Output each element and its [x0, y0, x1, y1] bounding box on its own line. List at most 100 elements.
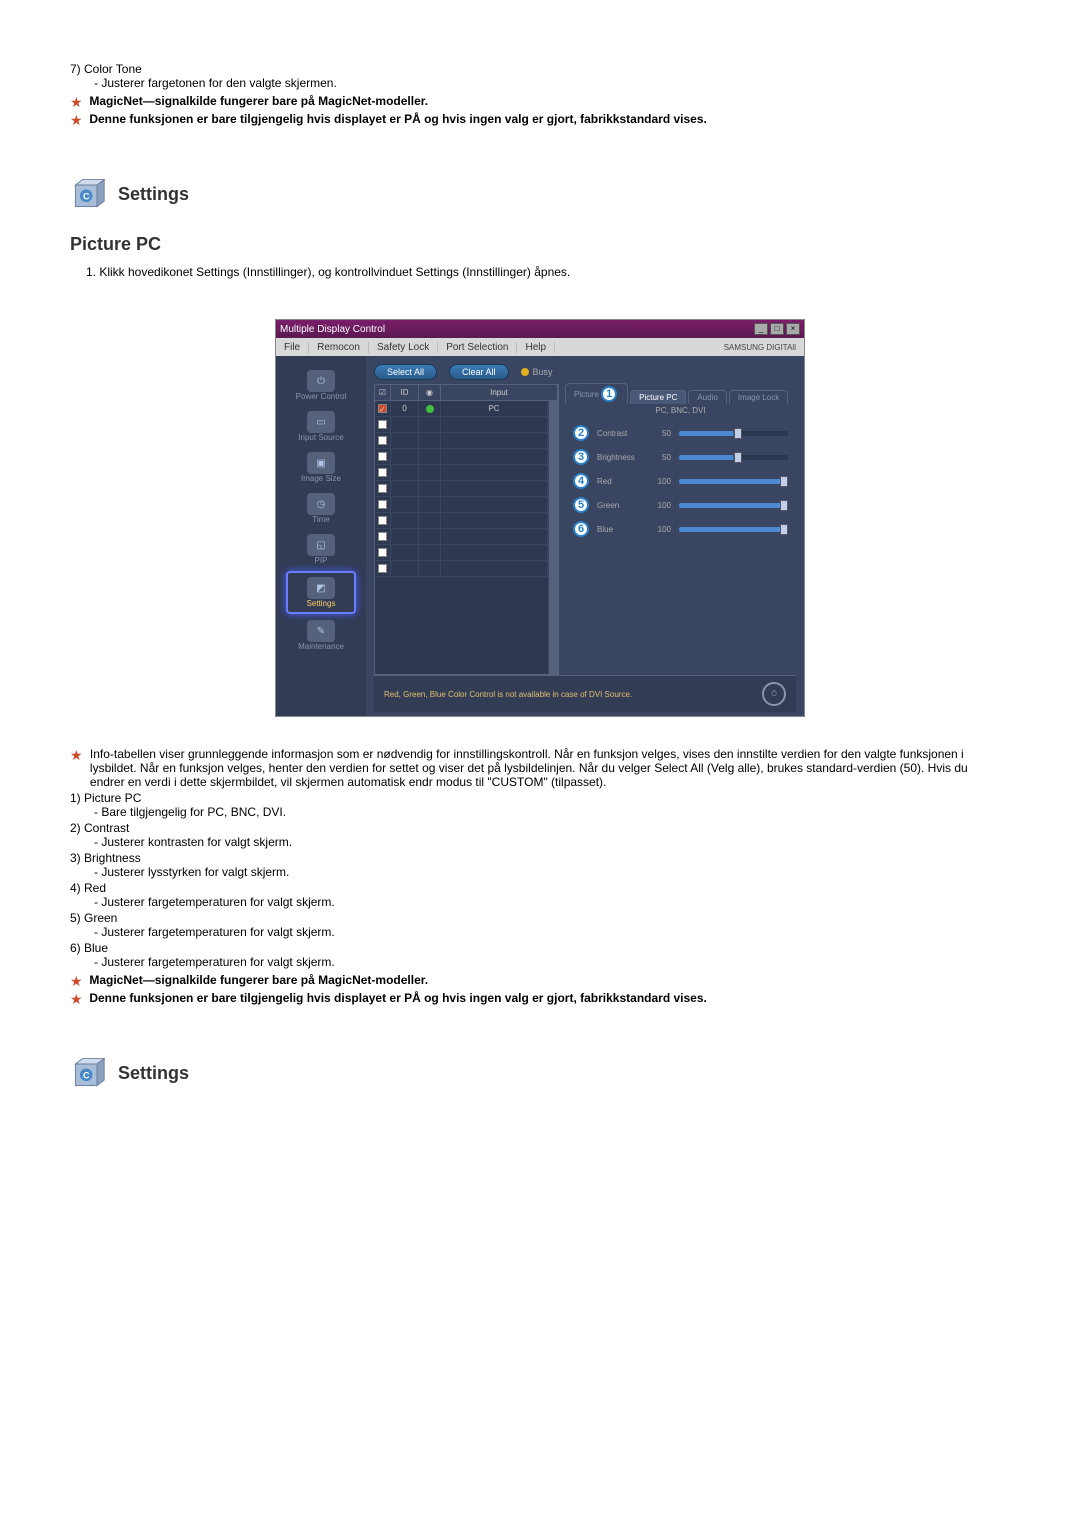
table-row[interactable]	[375, 529, 548, 545]
sidebar-item-pip[interactable]: ◱ PIP	[286, 530, 356, 569]
table-row[interactable]	[375, 481, 548, 497]
table-row[interactable]	[375, 417, 548, 433]
tab-picture[interactable]: Picture 1	[565, 383, 628, 404]
row-checkbox[interactable]	[378, 500, 387, 509]
slider-brightness: 3 Brightness 50	[573, 449, 788, 465]
settings-panel: Picture 1 Picture PC Audio Image Lock PC…	[565, 384, 796, 675]
star-icon: ★	[70, 94, 84, 108]
item-5: 5) Green	[70, 911, 1010, 925]
row-checkbox[interactable]	[378, 452, 387, 461]
table-row[interactable]	[375, 513, 548, 529]
item-7-sub: - Justerer fargetonen for den valgte skj…	[94, 76, 1010, 90]
sidebar-item-input[interactable]: ▭ Input Source	[286, 407, 356, 446]
grid-header-status: ◉	[419, 385, 441, 400]
settings-cube-icon: C	[70, 176, 106, 212]
top-list: 7) Color Tone - Justerer fargetonen for …	[70, 62, 1010, 126]
table-row[interactable]	[375, 545, 548, 561]
menu-remocon[interactable]: Remocon	[309, 342, 369, 353]
below-note-1: ★ MagicNet—signalkilde fungerer bare på …	[70, 973, 1010, 987]
close-button[interactable]: ×	[786, 323, 800, 335]
row-checkbox[interactable]	[378, 484, 387, 493]
pip-icon: ◱	[307, 534, 335, 556]
row-checkbox[interactable]	[378, 548, 387, 557]
below-list: ★ Info-tabellen viser grunnleggende info…	[70, 747, 1010, 1005]
blue-slider[interactable]	[679, 527, 788, 532]
row-checkbox[interactable]: ✓	[378, 404, 387, 413]
clock-icon: ◷	[307, 493, 335, 515]
sidebar-item-settings[interactable]: ◩ Settings	[286, 571, 356, 614]
red-slider[interactable]	[679, 479, 788, 484]
minimize-button[interactable]: _	[754, 323, 768, 335]
menu-safety[interactable]: Safety Lock	[369, 342, 438, 353]
main-panel: Select All Clear All Busy ☑ ID ◉ Input	[366, 356, 804, 716]
slider-green: 5 Green 100	[573, 497, 788, 513]
settings-heading-2: C Settings	[70, 1055, 1010, 1091]
settings-title: Settings	[118, 184, 189, 205]
sidebar: ⏻ Power Control ▭ Input Source ▣ Image S…	[276, 356, 366, 716]
row-checkbox[interactable]	[378, 516, 387, 525]
row-checkbox[interactable]	[378, 564, 387, 573]
menu-port[interactable]: Port Selection	[438, 342, 517, 353]
app-window: Multiple Display Control _ □ × File Remo…	[275, 319, 805, 717]
slider-red: 4 Red 100	[573, 473, 788, 489]
item-2-sub: - Justerer kontrasten for valgt skjerm.	[94, 835, 1010, 849]
tab-picture-pc[interactable]: Picture PC	[630, 390, 686, 404]
input-icon: ▭	[307, 411, 335, 433]
badge-6: 6	[573, 521, 589, 537]
note-2: ★ Denne funksjonen er bare tilgjengelig …	[70, 112, 1010, 126]
settings-title-2: Settings	[118, 1063, 189, 1084]
tab-audio[interactable]: Audio	[688, 390, 726, 404]
sidebar-item-image[interactable]: ▣ Image Size	[286, 448, 356, 487]
input-type-label: PC, BNC, DVI	[565, 404, 796, 421]
brand-label: SAMSUNG DIGITAll	[724, 343, 796, 352]
table-row[interactable]	[375, 497, 548, 513]
grid-header-checkbox: ☑	[375, 385, 391, 400]
svg-text:C: C	[83, 191, 90, 201]
contrast-slider[interactable]	[679, 431, 788, 436]
menu-file[interactable]: File	[276, 342, 309, 353]
table-row[interactable]	[375, 449, 548, 465]
tab-image-lock[interactable]: Image Lock	[729, 390, 788, 404]
clear-all-button[interactable]: Clear All	[449, 364, 509, 380]
select-all-button[interactable]: Select All	[374, 364, 437, 380]
sidebar-item-time[interactable]: ◷ Time	[286, 489, 356, 528]
item-5-sub: - Justerer fargetemperaturen for valgt s…	[94, 925, 1010, 939]
settings-icon: ◩	[307, 577, 335, 599]
intro-line-1: 1. Klikk hovedikonet Settings (Innstilli…	[86, 265, 1010, 279]
sidebar-item-power[interactable]: ⏻ Power Control	[286, 366, 356, 405]
info-grid: ☑ ID ◉ Input ✓ 0 PC	[374, 384, 559, 675]
item-7: 7) Color Tone	[70, 62, 1010, 76]
item-6-sub: - Justerer fargetemperaturen for valgt s…	[94, 955, 1010, 969]
window-controls: _ □ ×	[754, 323, 800, 335]
badge-4: 4	[573, 473, 589, 489]
row-checkbox[interactable]	[378, 420, 387, 429]
settings-heading: C Settings	[70, 176, 1010, 212]
menubar: File Remocon Safety Lock Port Selection …	[276, 338, 804, 356]
info-para: ★ Info-tabellen viser grunnleggende info…	[70, 747, 1010, 789]
table-row[interactable]	[375, 433, 548, 449]
star-icon: ★	[70, 747, 83, 764]
item-2: 2) Contrast	[70, 821, 1010, 835]
table-row[interactable]	[375, 465, 548, 481]
brightness-slider[interactable]	[679, 455, 788, 460]
table-row[interactable]	[375, 561, 548, 577]
settings-cube-icon: C	[70, 1055, 106, 1091]
titlebar: Multiple Display Control _ □ ×	[276, 320, 804, 338]
sidebar-item-maintenance[interactable]: ✎ Maintenance	[286, 616, 356, 655]
star-icon: ★	[70, 973, 84, 987]
table-row[interactable]: ✓ 0 PC	[375, 401, 548, 417]
item-3: 3) Brightness	[70, 851, 1010, 865]
grid-scrollbar[interactable]	[548, 401, 558, 674]
busy-indicator: Busy	[521, 367, 553, 377]
row-checkbox[interactable]	[378, 436, 387, 445]
row-checkbox[interactable]	[378, 468, 387, 477]
badge-2: 2	[573, 425, 589, 441]
green-slider[interactable]	[679, 503, 788, 508]
star-icon: ★	[70, 112, 84, 126]
row-checkbox[interactable]	[378, 532, 387, 541]
item-4-sub: - Justerer fargetemperaturen for valgt s…	[94, 895, 1010, 909]
menu-help[interactable]: Help	[517, 342, 555, 353]
note-1: ★ MagicNet—signalkilde fungerer bare på …	[70, 94, 1010, 108]
maintenance-icon: ✎	[307, 620, 335, 642]
maximize-button[interactable]: □	[770, 323, 784, 335]
